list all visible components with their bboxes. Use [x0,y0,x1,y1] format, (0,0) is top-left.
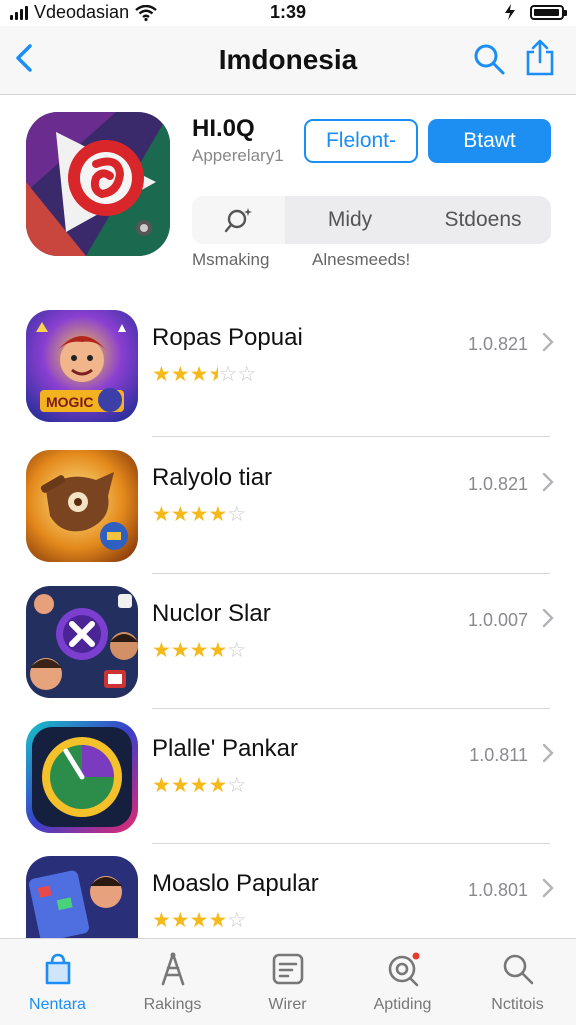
chevron-right-icon [542,332,554,352]
segment-midy[interactable]: Midy [285,196,415,244]
list-icon [272,953,304,985]
app-icon [26,721,138,833]
list-item[interactable]: Ralyolo tiar ★★★★☆ 1.0.821 [0,450,576,586]
segment-search[interactable] [192,196,285,244]
segmented-control: Midy Stdoens [192,196,551,244]
search-icon[interactable] [472,41,506,77]
tab-label: Rakings [143,996,202,1013]
divider [152,573,550,574]
status-bar: Vdeodasian 1:39 [0,0,576,26]
svg-text:MOGIC: MOGIC [46,394,93,410]
segment-stdoens[interactable]: Stdoens [415,196,551,244]
segment-caption-right: Alnesmeeds! [312,250,411,269]
update-icon [388,952,420,987]
share-icon[interactable] [524,38,556,78]
tab-label: Wirer [268,996,307,1013]
list-item[interactable]: MOGIC Ropas Popuai ★★★★☆☆ 1.0.821 [0,310,576,446]
chevron-right-icon [542,472,554,492]
app-version: 1.0.821 [467,334,528,354]
chevron-right-icon [542,608,554,628]
list-item[interactable]: Plalle' Pankar ★★★★☆ 1.0.811 [0,721,576,857]
app-name: Moaslo Papular [152,870,319,897]
featured-app-subtitle: Apperelary1 [192,146,284,165]
featured-app-name: HI.0Q [192,115,255,142]
star-rating: ★★★★☆☆ [152,363,257,386]
star-rating: ★★★★☆ [152,774,247,797]
chevron-right-icon [542,743,554,763]
app-name: Ralyolo tiar [152,464,273,491]
tab-bar: Nentara Rakings Wirer Aptiding Nctitois [0,938,576,1025]
list-item[interactable]: Nuclor Slar ★★★★☆ 1.0.007 [0,586,576,722]
divider [152,436,550,437]
segment-caption-left: Msmaking [192,250,270,269]
app-version: 1.0.801 [467,880,528,900]
status-right [502,3,567,21]
app-icon [26,450,138,562]
tab-rakings[interactable]: Rakings [115,939,230,1025]
app-name: Nuclor Slar [152,600,271,627]
chevron-right-icon [542,878,554,898]
tab-label: Aptiding [373,996,432,1013]
secondary-button[interactable]: Flelont- [304,119,418,163]
location-icon [505,4,515,20]
battery-icon [530,4,567,20]
star-rating: ★★★★☆ [152,503,247,526]
app-name: Plalle' Pankar [152,735,298,762]
divider [152,708,550,709]
app-version: 1.0.821 [467,474,528,494]
tab-nentara[interactable]: Nentara [0,939,115,1025]
star-rating: ★★★★☆ [152,639,247,662]
star-rating: ★★★★☆ [152,909,247,932]
app-name: Ropas Popuai [152,324,303,351]
search-sparkle-icon [224,208,252,233]
rankings-icon [161,952,185,986]
tab-aptiding[interactable]: Aptiding [345,939,460,1025]
search-icon [503,954,534,985]
tab-label: Nctitois [491,996,544,1013]
tab-label: Nentara [29,996,86,1013]
bag-icon [45,953,71,985]
get-button[interactable]: Btawt [428,119,551,163]
divider [152,843,550,844]
tab-wirer[interactable]: Wirer [230,939,345,1025]
status-time: 1:39 [269,2,307,22]
navigation-bar: Imdonesia [0,26,576,95]
featured-app-icon[interactable] [26,112,170,256]
app-icon [26,586,138,698]
app-version: 1.0.007 [467,610,528,630]
app-icon: MOGIC [26,310,138,422]
tab-nctitois[interactable]: Nctitois [460,939,575,1025]
app-version: 1.0.811 [469,745,528,765]
